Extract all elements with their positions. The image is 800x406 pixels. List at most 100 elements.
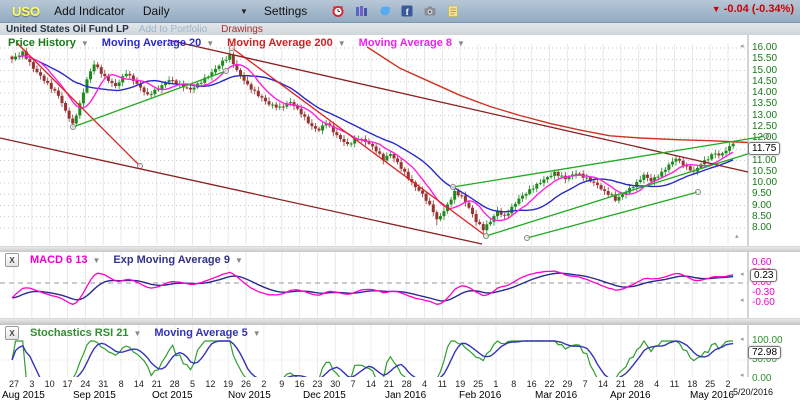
month-label: Jan 2016 bbox=[385, 390, 426, 401]
drawings-menu[interactable]: Drawings bbox=[221, 24, 263, 35]
date-tick: 8 bbox=[511, 379, 516, 389]
date-tick: 10 bbox=[45, 379, 55, 389]
date-tick: 7 bbox=[351, 379, 356, 389]
close-panel-button[interactable]: X bbox=[5, 326, 19, 340]
period-value: Daily bbox=[143, 4, 170, 18]
twitter-icon[interactable] bbox=[377, 4, 391, 18]
axis-scroll-arrow[interactable]: ◂ bbox=[740, 335, 744, 343]
chevron-down-icon[interactable]: ▼ bbox=[206, 39, 214, 48]
legend-item[interactable]: Moving Average 200 bbox=[227, 37, 333, 49]
price-chart[interactable] bbox=[0, 35, 800, 246]
add-indicator-button[interactable]: Add Indicator bbox=[54, 4, 125, 18]
chevron-down-icon[interactable]: ▼ bbox=[457, 39, 465, 48]
change-value: -0.04 (-0.34%) bbox=[724, 3, 794, 15]
stochastics-axis-label: 0.00 bbox=[752, 373, 771, 384]
settings-button[interactable]: Settings bbox=[264, 4, 307, 18]
date-tick: 27 bbox=[9, 379, 19, 389]
alarm-clock-icon[interactable] bbox=[331, 4, 345, 18]
date-tick: 14 bbox=[366, 379, 376, 389]
date-tick: 3 bbox=[29, 379, 34, 389]
legend-item[interactable]: Moving Average 20 bbox=[102, 37, 201, 49]
price-axis-label: 11.00 bbox=[752, 155, 776, 166]
chevron-down-icon[interactable]: ▼ bbox=[92, 256, 100, 265]
legend-item[interactable]: Moving Average 5 bbox=[154, 327, 247, 339]
axis-scroll-arrow[interactable]: ◂ bbox=[740, 371, 744, 379]
price-legend: Price History ▼ Moving Average 20 ▼ Moving A… bbox=[8, 37, 473, 49]
legend-item[interactable]: Stochastics RSI 21 bbox=[30, 327, 128, 339]
date-tick: 4 bbox=[654, 379, 659, 389]
camera-icon[interactable] bbox=[423, 4, 437, 18]
date-tick: 21 bbox=[616, 379, 626, 389]
price-axis-label: 9.50 bbox=[752, 188, 771, 199]
date-tick: 28 bbox=[634, 379, 644, 389]
date-tick: 2 bbox=[261, 379, 266, 389]
date-axis[interactable]: 2731017243181421285121926291623307142128… bbox=[0, 377, 800, 406]
last-price-badge: 11.75 bbox=[748, 142, 780, 155]
price-axis-label: 14.00 bbox=[752, 87, 777, 98]
date-tick: 7 bbox=[583, 379, 588, 389]
month-label: Aug 2015 bbox=[2, 390, 45, 401]
month-label: Apr 2016 bbox=[610, 390, 651, 401]
date-tick: 24 bbox=[80, 379, 90, 389]
legend-item[interactable]: MACD 6 13 bbox=[30, 254, 87, 266]
month-label: Feb 2016 bbox=[459, 390, 501, 401]
add-to-portfolio-link[interactable]: Add to Portfolio bbox=[139, 24, 207, 35]
macd-legend: X MACD 6 13 ▼ Exp Moving Average 9 ▼ bbox=[5, 253, 251, 267]
axis-scroll-arrow[interactable]: ◂ bbox=[740, 42, 744, 50]
date-tick: 30 bbox=[330, 379, 340, 389]
date-tick: 11 bbox=[438, 379, 447, 389]
month-label: May 2016 bbox=[690, 390, 734, 401]
date-tick: 19 bbox=[223, 379, 233, 389]
date-tick: 17 bbox=[63, 379, 73, 389]
axis-scroll-arrow[interactable]: ▴ bbox=[735, 232, 739, 240]
price-change: ▼ -0.04 (-0.34%) bbox=[712, 3, 794, 15]
date-tick: 1 bbox=[493, 379, 498, 389]
period-dropdown[interactable]: Daily ▼ bbox=[143, 4, 248, 18]
price-axis-label: 10.00 bbox=[752, 177, 777, 188]
month-label: Dec 2015 bbox=[303, 390, 346, 401]
chevron-down-icon[interactable]: ▼ bbox=[81, 39, 89, 48]
price-axis-label: 10.50 bbox=[752, 166, 777, 177]
date-tick: 31 bbox=[98, 379, 108, 389]
date-tick: 11 bbox=[670, 379, 679, 389]
macd-axis-label: -0.60 bbox=[752, 297, 775, 308]
stochastics-axis-label: 100.00 bbox=[752, 335, 783, 346]
date-tick: 26 bbox=[241, 379, 251, 389]
date-tick: 16 bbox=[295, 379, 305, 389]
legend-item[interactable]: Exp Moving Average 9 bbox=[113, 254, 230, 266]
legend-item[interactable]: Price History bbox=[8, 37, 76, 49]
date-tick: 25 bbox=[705, 379, 715, 389]
date-tick: 19 bbox=[455, 379, 465, 389]
date-tick: 12 bbox=[205, 379, 215, 389]
date-tick: 23 bbox=[312, 379, 322, 389]
charting-app: USO Add Indicator Daily ▼ Settings f ▼ -… bbox=[0, 0, 800, 406]
date-tick: 4 bbox=[422, 379, 427, 389]
library-icon[interactable] bbox=[354, 4, 368, 18]
date-tick: 25 bbox=[473, 379, 483, 389]
axis-scroll-arrow[interactable]: ◂ bbox=[740, 296, 744, 304]
month-label: Nov 2015 bbox=[228, 390, 271, 401]
fund-name: United States Oil Fund LP bbox=[6, 24, 129, 35]
notes-icon[interactable] bbox=[446, 4, 460, 18]
date-tick: 14 bbox=[598, 379, 608, 389]
price-axis-label: 14.50 bbox=[752, 76, 777, 87]
date-tick: 9 bbox=[279, 379, 284, 389]
chevron-down-icon[interactable]: ▼ bbox=[253, 329, 261, 338]
axis-scroll-arrow[interactable]: ◂ bbox=[740, 270, 744, 278]
legend-item[interactable]: Moving Average 8 bbox=[359, 37, 452, 49]
chevron-down-icon[interactable]: ▼ bbox=[338, 39, 346, 48]
price-axis-label: 15.00 bbox=[752, 65, 777, 76]
close-panel-button[interactable]: X bbox=[5, 253, 19, 267]
date-tick: 14 bbox=[134, 379, 144, 389]
facebook-icon[interactable]: f bbox=[400, 4, 414, 18]
chevron-down-icon[interactable]: ▼ bbox=[235, 256, 243, 265]
chevron-down-icon: ▼ bbox=[240, 7, 248, 16]
price-axis-label: 8.50 bbox=[752, 211, 771, 222]
date-tick: 21 bbox=[152, 379, 162, 389]
price-axis-label: 16.00 bbox=[752, 42, 777, 53]
top-toolbar: USO Add Indicator Daily ▼ Settings f ▼ -… bbox=[0, 0, 800, 23]
date-tick: 28 bbox=[402, 379, 412, 389]
price-axis-label: 12.50 bbox=[752, 121, 777, 132]
price-axis-label: 8.00 bbox=[752, 222, 771, 233]
chevron-down-icon[interactable]: ▼ bbox=[133, 329, 141, 338]
